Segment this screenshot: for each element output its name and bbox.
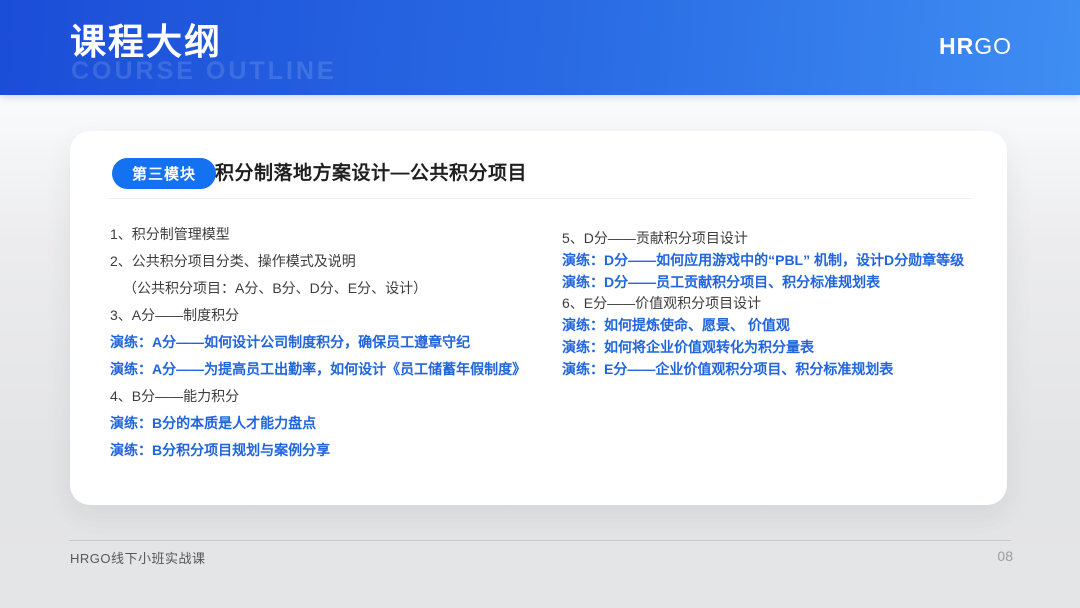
slide-header: COURSE OUTLINE 课程大纲 HRGO [0,0,1080,95]
outline-line-drill: 演练：B分的本质是人才能力盘点 [110,410,560,437]
logo-text-light: GO [974,33,1012,59]
title-divider [109,198,971,199]
outline-line-drill: 演练：A分——为提高员工出勤率，如何设计《员工储蓄年假制度》 [110,356,560,383]
outline-line-drill: 演练：E分——企业价值观积分项目、积分标准规划表 [562,359,992,381]
page-title: 课程大纲 [70,22,222,62]
outline-line-item: 6、E分——价值观积分项目设计 [562,293,992,315]
outline-line-drill: 演练：如何提炼使命、愿景、 价值观 [562,315,992,337]
outline-line-item: 4、B分——能力积分 [110,383,560,410]
module-badge: 第三模块 [112,158,216,189]
outline-line-drill: 演练：D分——员工贡献积分项目、积分标准规划表 [562,272,992,294]
outline-line-item: 3、A分——制度积分 [110,302,560,329]
module-title: 积分制落地方案设计—公共积分项目 [215,160,527,188]
outline-line-item: 1、积分制管理模型 [110,221,560,248]
footer-divider [69,540,1011,541]
hrgo-logo: HRGO [939,33,1012,60]
outline-line-drill: 演练：D分——如何应用游戏中的“PBL” 机制，设计D分勋章等级 [562,250,992,272]
slide: COURSE OUTLINE 课程大纲 HRGO 第三模块 积分制落地方案设计—… [0,0,1080,608]
outline-line-drill: 演练：B分积分项目规划与案例分享 [110,437,560,464]
outline-column-right: 5、D分——贡献积分项目设计演练：D分——如何应用游戏中的“PBL” 机制，设计… [562,228,992,381]
footer-course-name: HRGO线下小班实战课 [70,548,206,567]
outline-column-left: 1、积分制管理模型2、公共积分项目分类、操作模式及说明（公共积分项目：A分、B分… [110,221,560,464]
outline-line-drill: 演练：如何将企业价值观转化为积分量表 [562,337,992,359]
outline-line-item: 5、D分——贡献积分项目设计 [562,228,992,250]
outline-line-sub: （公共积分项目：A分、B分、D分、E分、设计） [110,275,560,302]
outline-line-drill: 演练：A分——如何设计公司制度积分，确保员工遵章守纪 [110,329,560,356]
content-card: 第三模块 积分制落地方案设计—公共积分项目 1、积分制管理模型2、公共积分项目分… [70,131,1007,505]
logo-text-bold: HR [939,33,974,59]
page-number: 08 [997,548,1013,564]
outline-line-item: 2、公共积分项目分类、操作模式及说明 [110,248,560,275]
